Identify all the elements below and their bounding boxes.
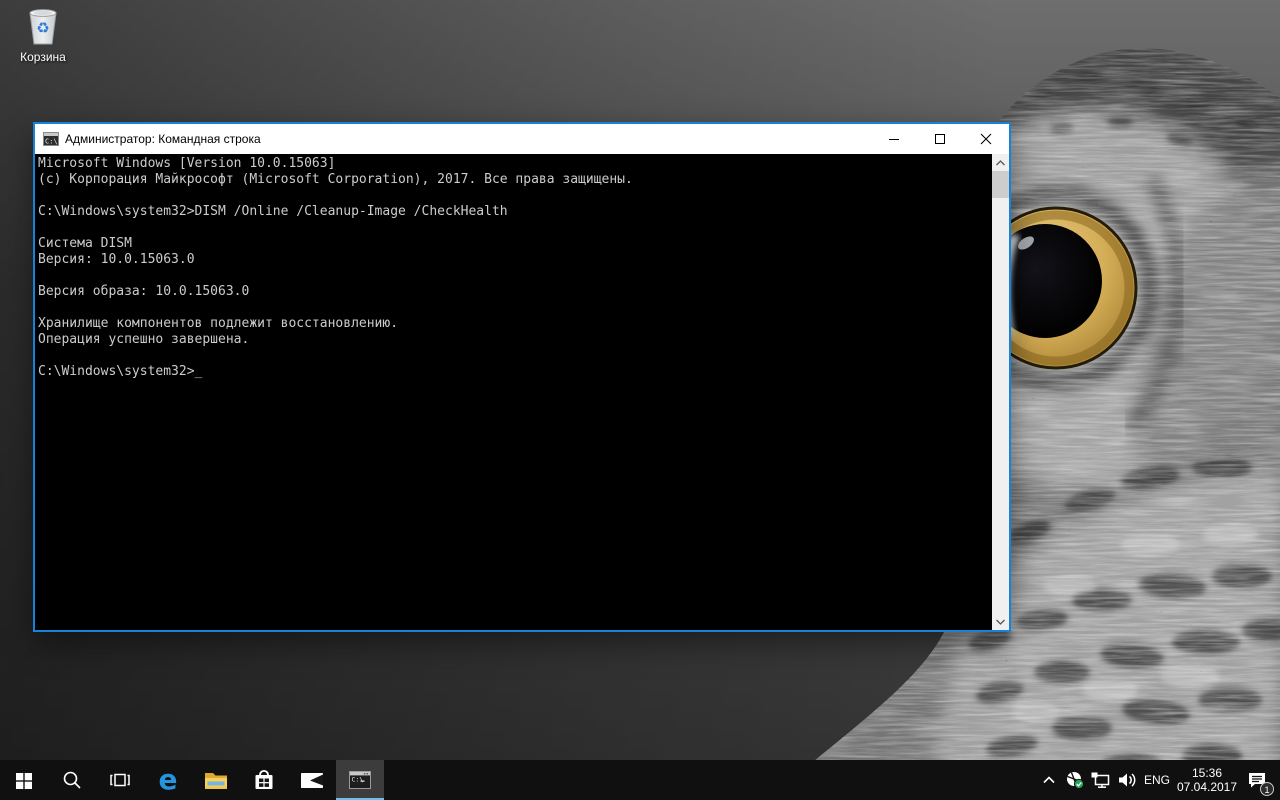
search-icon — [61, 769, 83, 791]
windows-start-icon — [14, 770, 34, 790]
notification-badge: 1 — [1260, 782, 1274, 796]
chevron-up-icon — [996, 160, 1005, 166]
close-button[interactable] — [963, 124, 1009, 154]
desktop: ♻ Корзина C:\ Администратор: Командная с… — [0, 0, 1280, 800]
taskbar-search-button[interactable] — [48, 760, 96, 800]
language-indicator[interactable]: ENG — [1140, 760, 1174, 800]
clock-date: 07.04.2017 — [1177, 780, 1237, 794]
cmd-window: C:\ Администратор: Командная строка — [33, 122, 1011, 632]
task-view-button[interactable] — [96, 760, 144, 800]
chevron-down-icon — [996, 619, 1005, 625]
file-explorer-button[interactable] — [192, 760, 240, 800]
svg-text:♻: ♻ — [36, 19, 49, 37]
svg-text:e: e — [159, 765, 178, 795]
network-icon — [1090, 771, 1112, 789]
maximize-button[interactable] — [917, 124, 963, 154]
store-button[interactable] — [240, 760, 288, 800]
svg-text:C:\: C:\ — [352, 776, 364, 784]
taskbar-empty-space — [384, 760, 1036, 800]
defender-tray-button[interactable] — [1062, 760, 1088, 800]
show-hidden-icons-button[interactable] — [1036, 760, 1062, 800]
minimize-button[interactable] — [871, 124, 917, 154]
edge-button[interactable]: e — [144, 760, 192, 800]
edge-icon: e — [154, 765, 182, 795]
recycle-bin-label: Корзина — [20, 50, 66, 64]
clock[interactable]: 15:36 07.04.2017 — [1174, 760, 1240, 800]
taskbar-command-prompt-button[interactable]: C:\ — [336, 760, 384, 800]
taskbar: e — [0, 760, 1280, 800]
network-tray-button[interactable] — [1088, 760, 1114, 800]
store-icon — [252, 767, 276, 793]
mail-icon — [299, 770, 325, 790]
scroll-down-button[interactable] — [992, 613, 1009, 630]
volume-icon — [1116, 771, 1138, 789]
action-center-button[interactable]: 1 — [1240, 760, 1274, 800]
folder-icon — [203, 769, 229, 791]
console-scrollbar[interactable] — [992, 154, 1009, 630]
volume-tray-button[interactable] — [1114, 760, 1140, 800]
cmd-icon: C:\ — [347, 768, 373, 792]
window-title: Администратор: Командная строка — [65, 132, 871, 146]
cmd-icon: C:\ — [43, 131, 59, 147]
svg-text:C:\: C:\ — [45, 138, 58, 146]
task-view-icon — [108, 769, 132, 791]
scroll-up-button[interactable] — [992, 154, 1009, 171]
console-text[interactable]: Microsoft Windows [Version 10.0.15063] (… — [35, 154, 1009, 380]
chevron-up-icon — [1041, 772, 1057, 788]
close-icon — [980, 133, 992, 145]
defender-shield-icon — [1065, 770, 1085, 790]
recycle-bin-icon: ♻ — [23, 6, 63, 48]
console-area: Microsoft Windows [Version 10.0.15063] (… — [35, 154, 1009, 630]
maximize-icon — [934, 133, 946, 145]
recycle-bin[interactable]: ♻ Корзина — [6, 6, 80, 64]
mail-button[interactable] — [288, 760, 336, 800]
minimize-icon — [888, 133, 900, 145]
scroll-thumb[interactable] — [992, 171, 1009, 198]
window-titlebar[interactable]: C:\ Администратор: Командная строка — [35, 124, 1009, 154]
clock-time: 15:36 — [1192, 766, 1222, 780]
start-button[interactable] — [0, 760, 48, 800]
system-tray: ENG 15:36 07.04.2017 1 — [1036, 760, 1280, 800]
